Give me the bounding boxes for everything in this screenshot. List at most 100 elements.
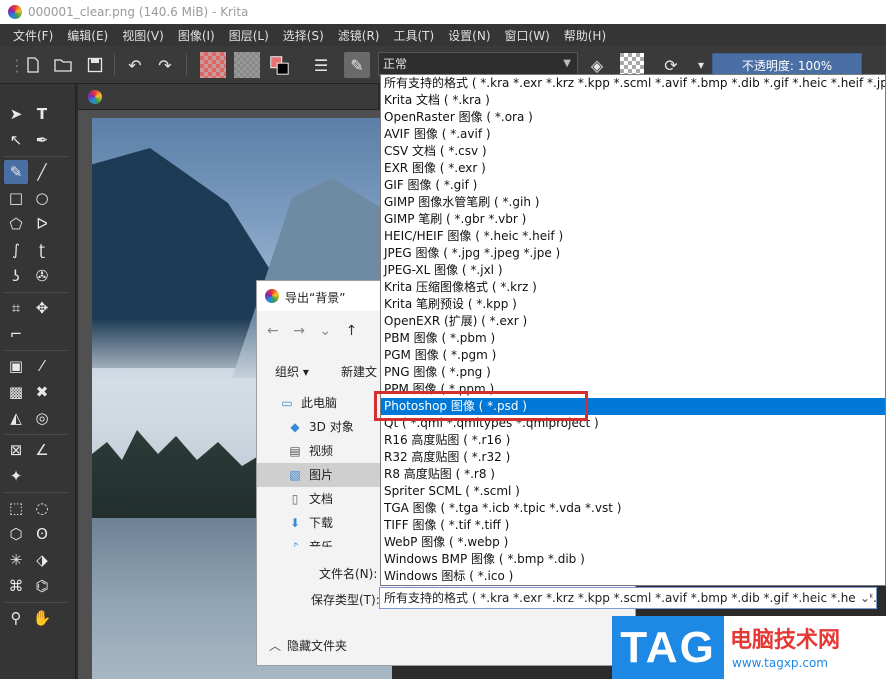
contiguous-select-tool-icon[interactable]: ✳ xyxy=(4,548,28,572)
calligraphy-tool-icon[interactable]: ✒ xyxy=(30,128,54,152)
blend-mode-select[interactable]: 正常 ▼ xyxy=(378,52,578,76)
filetype-option[interactable]: AVIF 图像 ( *.avif ) xyxy=(381,126,885,143)
pan-tool-icon[interactable]: ✋ xyxy=(30,606,54,630)
filetype-option[interactable]: Krita 文档 ( *.kra ) xyxy=(381,92,885,109)
filetype-option[interactable]: JPEG-XL 图像 ( *.jxl ) xyxy=(381,262,885,279)
filetype-option[interactable]: TGA 图像 ( *.tga *.icb *.tpic *.vda *.vst … xyxy=(381,500,885,517)
tree-item-music[interactable]: ♪ 音乐 xyxy=(257,535,381,547)
filetype-option[interactable]: Krita 笔刷预设 ( *.kpp ) xyxy=(381,296,885,313)
color-swap-icon[interactable] xyxy=(268,54,290,76)
filetype-option[interactable]: GIMP 图像水管笔刷 ( *.gih ) xyxy=(381,194,885,211)
enclose-fill-tool-icon[interactable]: ◎ xyxy=(30,406,54,430)
rectangle-tool-icon[interactable]: □ xyxy=(4,186,28,210)
filetype-option[interactable]: WebP 图像 ( *.webp ) xyxy=(381,534,885,551)
filetype-option[interactable]: R32 高度贴图 ( *.r32 ) xyxy=(381,449,885,466)
save-icon[interactable] xyxy=(84,54,106,76)
freehand-select-tool-icon[interactable]: ʘ xyxy=(30,522,54,546)
hide-folders-button[interactable]: ︿ 隐藏文件夹 xyxy=(269,637,347,654)
filetype-option[interactable]: R8 高度贴图 ( *.r8 ) xyxy=(381,466,885,483)
filetype-option[interactable]: PBM 图像 ( *.pbm ) xyxy=(381,330,885,347)
menu-help[interactable]: 帮助(H) xyxy=(557,27,613,44)
filetype-option[interactable]: CSV 文档 ( *.csv ) xyxy=(381,143,885,160)
magnetic-select-tool-icon[interactable]: ⌬ xyxy=(30,574,54,598)
filetype-option[interactable]: TIFF 图像 ( *.tif *.tiff ) xyxy=(381,517,885,534)
polygon-tool-icon[interactable]: ⬠ xyxy=(4,212,28,236)
similar-color-select-tool-icon[interactable]: ⬗ xyxy=(30,548,54,572)
reload-preset-icon[interactable]: ⟳ xyxy=(660,54,682,76)
redo-icon[interactable]: ↷ xyxy=(154,54,176,76)
menu-settings[interactable]: 设置(N) xyxy=(441,27,497,44)
fill-gradient-swatch-icon[interactable] xyxy=(200,52,226,78)
brush-presets-icon[interactable]: ☰ xyxy=(310,54,332,76)
tree-item-downloads[interactable]: ⬇ 下载 xyxy=(257,511,381,535)
assistant-tool-icon[interactable]: ⊠ xyxy=(4,438,28,462)
fill-tool-icon[interactable]: ◭ xyxy=(4,406,28,430)
forward-arrow-icon[interactable]: → xyxy=(293,323,305,339)
rect-select-tool-icon[interactable]: ⬚ xyxy=(4,496,28,520)
filetype-option[interactable]: Windows 图标 ( *.ico ) xyxy=(381,568,885,585)
edit-shapes-tool-icon[interactable]: ↖ xyxy=(4,128,28,152)
colorize-mask-tool-icon[interactable]: ▩ xyxy=(4,380,28,404)
ellipse-select-tool-icon[interactable]: ◌ xyxy=(30,496,54,520)
reference-images-tool-icon[interactable]: ✦ xyxy=(4,464,28,488)
filetype-option[interactable]: JPEG 图像 ( *.jpg *.jpeg *.jpe ) xyxy=(381,245,885,262)
new-folder-button[interactable]: 新建文 xyxy=(341,363,377,380)
filetype-option[interactable]: OpenRaster 图像 ( *.ora ) xyxy=(381,109,885,126)
up-arrow-icon[interactable]: ↑ xyxy=(346,323,358,339)
filetype-option[interactable]: R16 高度贴图 ( *.r16 ) xyxy=(381,432,885,449)
color-picker-tool-icon[interactable]: ⁄ xyxy=(30,354,54,378)
document-tab[interactable] xyxy=(78,84,378,110)
menu-tools[interactable]: 工具(T) xyxy=(386,27,441,44)
line-tool-icon[interactable]: ╱ xyxy=(30,160,54,184)
freehand-path-tool-icon[interactable]: ʈ xyxy=(30,238,54,262)
filetype-option[interactable]: PGM 图像 ( *.pgm ) xyxy=(381,347,885,364)
organize-button[interactable]: 组织 ▾ xyxy=(275,363,309,380)
text-tool-icon[interactable]: T xyxy=(30,102,54,126)
filetype-option[interactable]: Spriter SCML ( *.scml ) xyxy=(381,483,885,500)
polygon-select-tool-icon[interactable]: ⬡ xyxy=(4,522,28,546)
filetype-option[interactable]: EXR 图像 ( *.exr ) xyxy=(381,160,885,177)
undo-icon[interactable]: ↶ xyxy=(124,54,146,76)
polyline-tool-icon[interactable]: ᐅ xyxy=(30,212,54,236)
tree-item-videos[interactable]: ▤ 视频 xyxy=(257,439,381,463)
crop-tool-icon[interactable]: ⌗ xyxy=(4,296,28,320)
back-arrow-icon[interactable]: ← xyxy=(267,323,279,339)
menu-view[interactable]: 视图(V) xyxy=(115,27,171,44)
select-shapes-tool-icon[interactable]: ➤ xyxy=(4,102,28,126)
menu-select[interactable]: 选择(S) xyxy=(276,27,331,44)
multibrush-tool-icon[interactable]: ✇ xyxy=(30,264,54,288)
chevron-down-icon[interactable]: ⌄ xyxy=(319,323,331,339)
bezier-select-tool-icon[interactable]: ⌘ xyxy=(4,574,28,598)
filetype-option[interactable]: HEIC/HEIF 图像 ( *.heic *.heif ) xyxy=(381,228,885,245)
measure-tool-icon[interactable]: ∠ xyxy=(30,438,54,462)
new-document-icon[interactable] xyxy=(22,54,44,76)
tree-item-pictures[interactable]: ▧ 图片 xyxy=(257,463,381,487)
tree-item-3d-objects[interactable]: ◆ 3D 对象 xyxy=(257,415,381,439)
open-folder-icon[interactable] xyxy=(52,54,74,76)
brush-preview-icon[interactable]: ✎ xyxy=(344,52,370,78)
menu-layer[interactable]: 图层(L) xyxy=(222,27,276,44)
filetype-option[interactable]: GIMP 笔刷 ( *.gbr *.vbr ) xyxy=(381,211,885,228)
filetype-option[interactable]: Windows BMP 图像 ( *.bmp *.dib ) xyxy=(381,551,885,568)
chevron-down-icon[interactable]: ▾ xyxy=(690,54,712,76)
menu-file[interactable]: 文件(F) xyxy=(6,27,60,44)
menu-edit[interactable]: 编辑(E) xyxy=(60,27,115,44)
smart-patch-tool-icon[interactable]: ✖ xyxy=(30,380,54,404)
zoom-tool-icon[interactable]: ⚲ xyxy=(4,606,28,630)
filetype-option[interactable]: Krita 压缩图像格式 ( *.krz ) xyxy=(381,279,885,296)
freehand-brush-tool-icon[interactable]: ✎ xyxy=(4,160,28,184)
filetype-option[interactable]: 所有支持的格式 ( *.kra *.exr *.krz *.kpp *.scml… xyxy=(381,75,885,92)
gradient-tool-icon[interactable]: ▣ xyxy=(4,354,28,378)
bezier-curve-tool-icon[interactable]: ∫ xyxy=(4,238,28,262)
menu-image[interactable]: 图像(I) xyxy=(171,27,222,44)
transform-tool-icon[interactable]: ⌐ xyxy=(4,322,28,346)
filetype-option[interactable]: GIF 图像 ( *.gif ) xyxy=(381,177,885,194)
tree-item-this-pc[interactable]: ▭ 此电脑 xyxy=(257,391,381,415)
filetype-option[interactable]: PNG 图像 ( *.png ) xyxy=(381,364,885,381)
eraser-icon[interactable]: ◈ xyxy=(586,54,608,76)
menu-filter[interactable]: 滤镜(R) xyxy=(331,27,387,44)
ellipse-tool-icon[interactable]: ○ xyxy=(30,186,54,210)
dynamic-brush-tool-icon[interactable]: ʖ xyxy=(4,264,28,288)
move-tool-icon[interactable]: ✥ xyxy=(30,296,54,320)
filetype-option[interactable]: OpenEXR (扩展) ( *.exr ) xyxy=(381,313,885,330)
